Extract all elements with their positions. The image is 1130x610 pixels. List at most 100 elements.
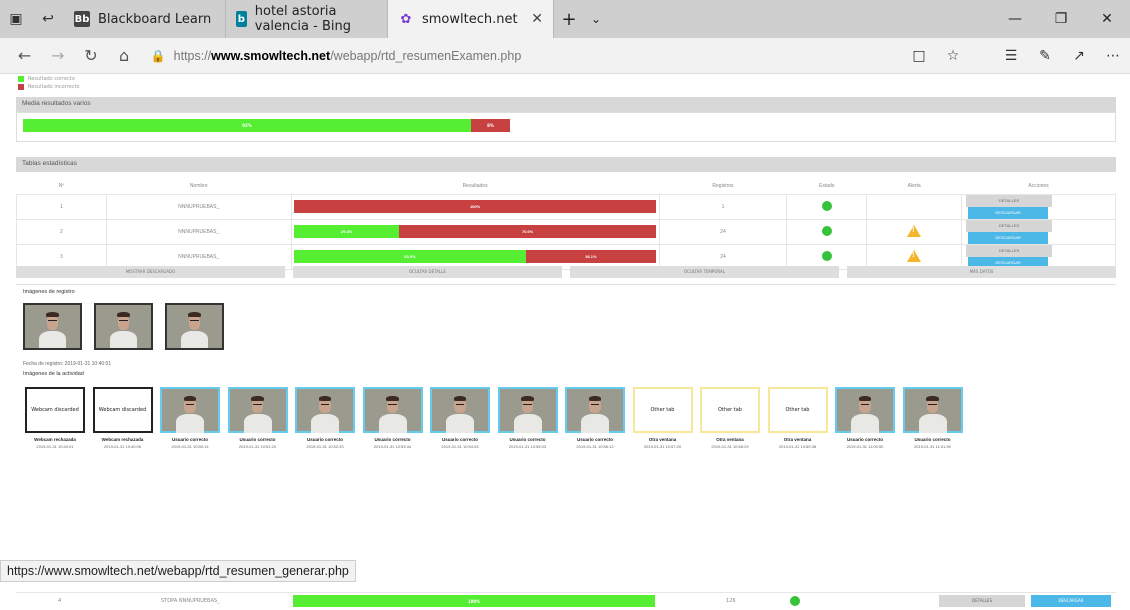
activity-label: Usuario correcto <box>846 437 883 442</box>
row-result-bar: 100% <box>293 595 655 607</box>
legend-item-correct: Resultado correcto <box>18 75 79 83</box>
activity-timestamp: 2019-01-31 10:52:33 <box>306 444 344 449</box>
incorrect-segment: 70.6% <box>399 225 657 238</box>
activity-image-other-tab[interactable]: Other tab <box>767 387 828 433</box>
activity-label: Usuario correcto <box>576 437 613 442</box>
activity-timestamp: 2019-01-31 10:55:03 <box>508 444 547 449</box>
url-prefix: https:// <box>173 48 212 63</box>
activity-label: Usuario correcto <box>239 437 276 442</box>
column-header: Nombre <box>106 178 292 195</box>
tab-bar: ▣ ↩ Bb Blackboard Learn b hotel astoria … <box>0 0 1130 38</box>
restore-icon[interactable]: ❐ <box>1038 0 1084 38</box>
forward-arrow-icon[interactable]: → <box>41 46 74 65</box>
home-icon[interactable]: ⌂ <box>108 46 141 65</box>
activity-timestamp: 2019-01-31 10:54:53 <box>441 444 479 449</box>
column-header: Resultados <box>291 178 660 195</box>
activity-image-user[interactable] <box>430 387 490 434</box>
legend-swatch <box>18 76 24 82</box>
activity-image-text: Other tab <box>718 407 742 413</box>
activity-label: Usuario correcto <box>374 437 411 442</box>
incorrect-segment: 36.1% <box>525 250 657 263</box>
activity-label: Usuario correcto <box>171 437 208 442</box>
tab-mostrar-descargado[interactable]: MOSTRAR DESCARGADO <box>16 266 285 278</box>
download-button[interactable]: DESCARGAR <box>1031 595 1111 607</box>
chart-legend: Resultado correcto Resultado incorrecto <box>18 75 79 91</box>
column-header: Nº <box>16 178 107 195</box>
activity-image-discarded[interactable]: Webcam discarded <box>25 387 85 433</box>
row-alert <box>866 193 963 220</box>
smowl-icon: ✿ <box>400 11 412 27</box>
details-button[interactable]: DETALLES <box>966 194 1053 207</box>
summary-result-bar: 92% 8% <box>23 119 510 132</box>
details-button[interactable]: DETALLES <box>966 219 1053 232</box>
url-field[interactable]: 🔒 https://www.smowltech.net/webapp/rtd_r… <box>151 43 902 69</box>
activity-image-text: Other tab <box>650 407 675 413</box>
favorites-hub-icon[interactable]: ☰ <box>994 48 1028 64</box>
activity-label: Otra ventana <box>716 437 744 442</box>
share-icon[interactable]: ↗ <box>1062 48 1096 64</box>
close-tab-icon[interactable]: ✕ <box>531 11 543 27</box>
row-results: 100% <box>290 193 660 220</box>
chevron-down-icon[interactable]: ⌄ <box>584 0 608 38</box>
activity-timestamp: 2019-01-31 10:56:12 <box>576 444 614 449</box>
registro-image[interactable] <box>23 303 82 350</box>
favorite-star-icon[interactable]: ☆ <box>936 48 970 64</box>
activity-image-other-tab[interactable]: Other tab <box>632 387 693 433</box>
tab-title: smowltech.net <box>422 11 518 27</box>
activity-label: Usuario correcto <box>509 437 546 442</box>
address-bar: ← → ↻ ⌂ 🔒 https://www.smowltech.net/weba… <box>0 38 1130 74</box>
tab-preview-icon[interactable]: ▣ <box>0 0 32 38</box>
minimize-icon[interactable]: — <box>992 0 1038 38</box>
row-alert <box>866 218 963 245</box>
row-registros: 24 <box>658 218 788 245</box>
legend-swatch <box>18 84 24 90</box>
set-aside-tabs-icon[interactable]: ↩ <box>32 0 64 38</box>
window-controls: — ❐ ✕ <box>992 0 1130 38</box>
lock-icon: 🔒 <box>150 48 166 63</box>
tab-title: Blackboard Learn <box>98 11 212 27</box>
activity-image-user[interactable] <box>227 387 288 434</box>
status-dot <box>821 250 832 261</box>
activity-image-user[interactable] <box>295 387 355 434</box>
summary-panel-title: Media resultados varios <box>16 97 1116 112</box>
actividad-section-title: Imágenes de la actividad <box>23 371 84 377</box>
activity-image-discarded[interactable]: Webcam discarded <box>92 387 153 433</box>
tab-ocultar-temporal[interactable]: OCULTAR TEMPORAL <box>570 266 839 278</box>
activity-image-user[interactable] <box>902 387 963 434</box>
new-tab-icon[interactable]: + <box>554 0 584 38</box>
pen-icon[interactable]: ✎ <box>1028 48 1062 64</box>
registro-image[interactable] <box>165 303 224 350</box>
activity-image-user[interactable] <box>497 387 558 434</box>
summary-incorrect-segment: 8% <box>471 119 510 132</box>
activity-image-user[interactable] <box>362 387 423 434</box>
details-button[interactable]: DETALLES <box>966 244 1053 257</box>
tab-blackboard[interactable]: Bb Blackboard Learn <box>64 0 226 38</box>
close-window-icon[interactable]: ✕ <box>1084 0 1130 38</box>
activity-timestamp: 2019-01-31 10:59:38 <box>778 444 817 449</box>
activity-image-user[interactable] <box>835 387 895 434</box>
activity-image-user[interactable] <box>160 387 220 434</box>
tab-ocultar-detalle[interactable]: OCULTAR DETALLE <box>293 266 562 278</box>
web-page: Resultado correcto Resultado incorrecto … <box>0 75 1130 610</box>
back-arrow-icon[interactable]: ← <box>8 46 41 65</box>
activity-image-user[interactable] <box>565 387 625 434</box>
download-button[interactable]: DESCARGAR <box>968 231 1049 244</box>
table-row: 4 STOPA NNNUPRUEBAS_ 100% 126 DETALLES D… <box>16 592 1116 610</box>
download-button[interactable]: DESCARGAR <box>968 206 1049 219</box>
registro-image[interactable] <box>94 303 153 350</box>
activity-timestamp: 2019-01-31 10:51:20 <box>238 444 277 449</box>
activity-image-other-tab[interactable]: Other tab <box>700 387 760 433</box>
activity-timestamp: 2019-01-31 10:58:29 <box>711 444 749 449</box>
reading-view-icon[interactable]: □ <box>902 48 936 64</box>
tab-smowltech[interactable]: ✿ smowltech.net ✕ <box>388 0 554 38</box>
correct-segment: 100% <box>293 595 655 607</box>
tab-bing[interactable]: b hotel astoria valencia - Bing <box>226 0 388 38</box>
refresh-icon[interactable]: ↻ <box>74 46 107 65</box>
tab-mas-datos[interactable]: MÁS DATOS <box>847 266 1116 278</box>
row-registros: 1 <box>658 193 788 220</box>
details-button[interactable]: DETALLES <box>939 595 1025 607</box>
tab-title: hotel astoria valencia - Bing <box>254 4 351 34</box>
more-icon[interactable]: ⋯ <box>1096 48 1130 64</box>
browser-window: ▣ ↩ Bb Blackboard Learn b hotel astoria … <box>0 0 1130 610</box>
incorrect-segment: 100% <box>294 200 657 213</box>
